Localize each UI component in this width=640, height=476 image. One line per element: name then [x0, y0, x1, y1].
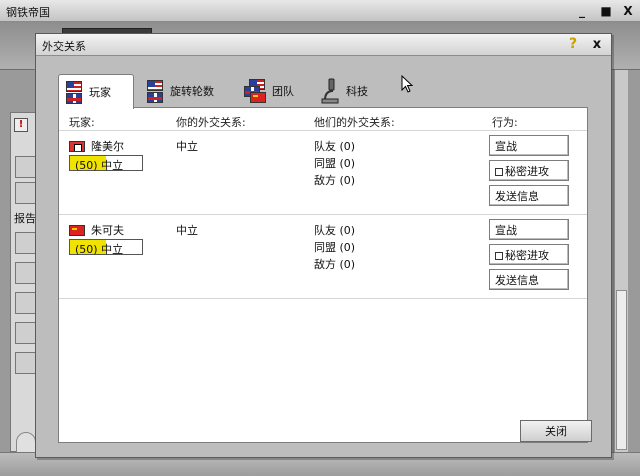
outer-close-button[interactable]: X [620, 3, 636, 19]
relation-bar: (50) 中立 [69, 155, 143, 172]
tab-rounds[interactable]: 旋转轮数 [140, 77, 220, 105]
tab-label: 旋转轮数 [170, 85, 214, 98]
diplomacy-dialog: 外交关系 ? x 玩家 旋转轮数 团队 科技 玩家: 你的外交关系: 他们的外交… [35, 33, 612, 458]
divider [59, 298, 587, 299]
close-button[interactable]: 关闭 [520, 420, 592, 442]
dialog-titlebar: 外交关系 ? x [36, 34, 611, 56]
tab-label: 团队 [272, 85, 294, 98]
relation-bar: (50) 中立 [69, 239, 143, 256]
microscope-icon [321, 78, 339, 104]
divider [59, 130, 587, 131]
send-message-button[interactable]: 发送信息 [489, 185, 569, 206]
ally-count: 队友 (0) [314, 140, 356, 153]
secret-attack-label: 秘密进攻 [505, 164, 549, 178]
dialog-title: 外交关系 [42, 40, 86, 53]
outer-titlebar: 钢铁帝国 _ ■ X [0, 0, 640, 22]
maximize-button[interactable]: ■ [598, 3, 614, 19]
secret-attack-checkbox[interactable] [495, 251, 503, 260]
your-relation-value: 中立 [176, 224, 198, 237]
secret-attack-button[interactable]: 秘密进攻 [489, 244, 569, 265]
rounds-flags-icon [146, 79, 164, 103]
header-their-relation: 他们的外交关系: [314, 116, 395, 129]
divider [59, 214, 587, 215]
declare-war-button[interactable]: 宣战 [489, 219, 569, 240]
relation-text: (50) 中立 [75, 243, 124, 256]
radar-alt-icon[interactable] [15, 262, 37, 284]
ally-count: 队友 (0) [314, 224, 356, 237]
alert-icon[interactable]: ! [14, 118, 28, 132]
unit-alt-icon[interactable] [15, 322, 37, 344]
germany-flag-icon [69, 140, 85, 152]
your-relation-value: 中立 [176, 140, 198, 153]
help-icon[interactable]: ? [566, 36, 580, 54]
report-label: 报告 [14, 212, 36, 225]
tab-label: 玩家 [89, 86, 111, 99]
player-name-label: 朱可夫 [91, 224, 124, 237]
header-your-relation: 你的外交关系: [176, 116, 246, 129]
database-icon[interactable] [15, 182, 37, 204]
tab-tech[interactable]: 科技 [314, 77, 374, 105]
secret-attack-button[interactable]: 秘密进攻 [489, 160, 569, 181]
alliance-count: 同盟 (0) [314, 241, 356, 254]
diagram-icon[interactable] [15, 156, 37, 178]
ussr-flag-icon [69, 224, 85, 236]
dialog-tabs: 玩家 旋转轮数 团队 科技 [58, 74, 588, 109]
minimize-button[interactable]: _ [574, 3, 590, 19]
unit-icon[interactable] [15, 292, 37, 314]
player-name-label: 隆美尔 [91, 140, 124, 153]
teams-flags-icon [244, 79, 266, 103]
enemy-count: 敌方 (0) [314, 174, 356, 187]
radar-icon[interactable] [15, 232, 37, 254]
flags-icon[interactable] [15, 352, 37, 374]
players-panel: 玩家: 你的外交关系: 他们的外交关系: 行为: 隆美尔 (50) 中立 中立 … [58, 107, 588, 443]
header-action: 行为: [492, 116, 518, 129]
tab-teams[interactable]: 团队 [238, 77, 300, 105]
dialog-close-icon[interactable]: x [590, 36, 604, 54]
player-name: 朱可夫 [69, 222, 124, 238]
alliance-count: 同盟 (0) [314, 157, 356, 170]
declare-war-button[interactable]: 宣战 [489, 135, 569, 156]
player-name: 隆美尔 [69, 138, 124, 154]
scrollbar-thumb[interactable] [616, 290, 627, 450]
players-flags-icon [65, 80, 83, 104]
outer-window-title: 钢铁帝国 [6, 6, 50, 19]
enemy-count: 敌方 (0) [314, 258, 356, 271]
right-scrollbar[interactable] [614, 70, 628, 460]
relation-text: (50) 中立 [75, 159, 124, 172]
tab-label: 科技 [346, 85, 368, 98]
tab-players[interactable]: 玩家 [58, 74, 134, 109]
send-message-button[interactable]: 发送信息 [489, 269, 569, 290]
secret-attack-label: 秘密进攻 [505, 248, 549, 262]
secret-attack-checkbox[interactable] [495, 167, 503, 176]
header-player: 玩家: [69, 116, 95, 129]
